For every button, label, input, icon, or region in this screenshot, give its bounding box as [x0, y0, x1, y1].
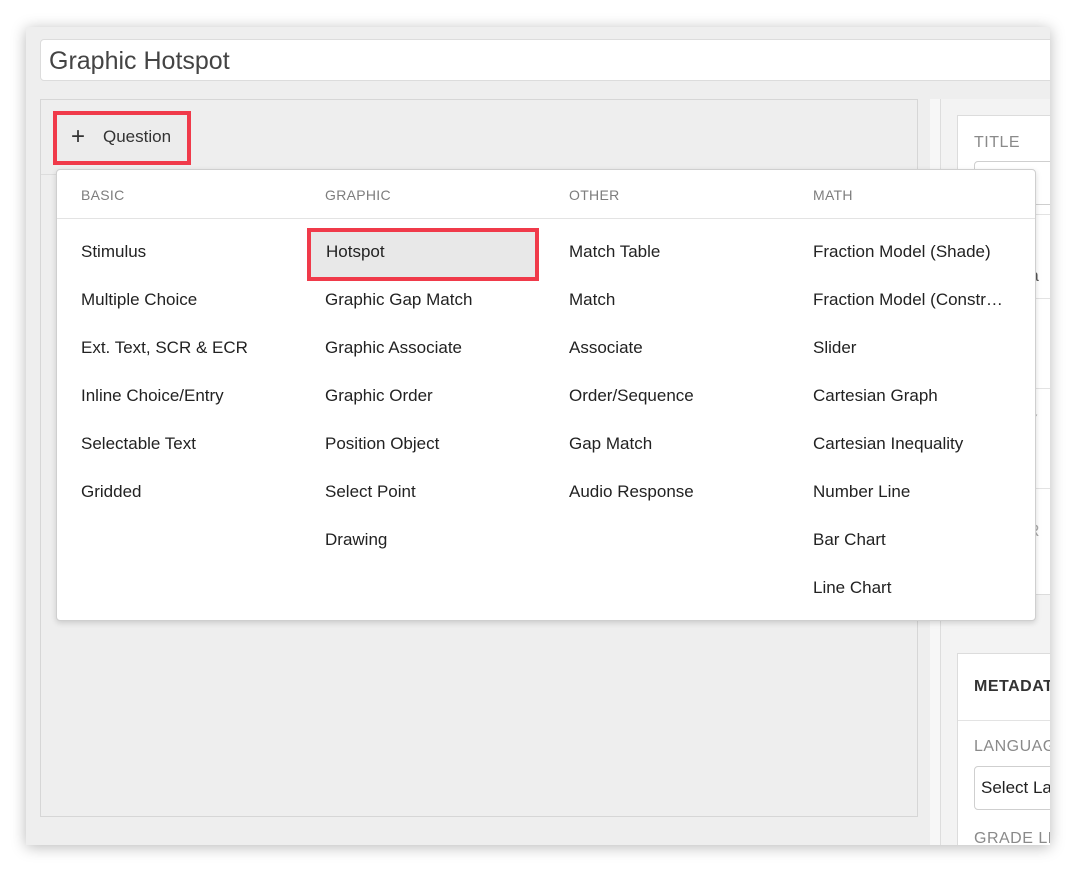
column-header-math: MATH	[813, 187, 853, 203]
metadata-separator	[958, 720, 1050, 721]
menu-item-graphic-gap-match[interactable]: Graphic Gap Match	[325, 290, 472, 310]
grade-level-label: GRADE LE	[974, 830, 1050, 845]
menu-item-slider[interactable]: Slider	[813, 338, 856, 358]
metadata-card: METADAT LANGUAG Select La GRADE LE	[957, 653, 1050, 845]
menu-item-graphic-order[interactable]: Graphic Order	[325, 386, 433, 406]
menu-header-divider	[57, 218, 1035, 219]
language-select[interactable]: Select La	[974, 766, 1050, 810]
menu-item-fraction-model-shade[interactable]: Fraction Model (Shade)	[813, 242, 991, 262]
page-title: Graphic Hotspot	[49, 47, 230, 75]
menu-item-cartesian-inequality[interactable]: Cartesian Inequality	[813, 434, 963, 454]
menu-item-graphic-associate[interactable]: Graphic Associate	[325, 338, 462, 358]
menu-item-inline-choice[interactable]: Inline Choice/Entry	[81, 386, 224, 406]
menu-item-order-sequence[interactable]: Order/Sequence	[569, 386, 694, 406]
menu-item-bar-chart[interactable]: Bar Chart	[813, 530, 886, 550]
title-label: TITLE	[974, 134, 1021, 151]
menu-item-multiple-choice[interactable]: Multiple Choice	[81, 290, 197, 310]
menu-item-cartesian-graph[interactable]: Cartesian Graph	[813, 386, 938, 406]
menu-item-select-point[interactable]: Select Point	[325, 482, 416, 502]
plus-icon: +	[71, 123, 86, 150]
column-header-graphic: GRAPHIC	[325, 187, 391, 203]
editor-window: Graphic Hotspot TITLE c Ba R TY pa OR t …	[26, 27, 1050, 845]
menu-item-associate[interactable]: Associate	[569, 338, 643, 358]
menu-item-match-table[interactable]: Match Table	[569, 242, 660, 262]
menu-item-ext-text[interactable]: Ext. Text, SCR & ECR	[81, 338, 248, 358]
menu-item-selectable-text[interactable]: Selectable Text	[81, 434, 196, 454]
menu-item-match[interactable]: Match	[569, 290, 615, 310]
column-header-basic: BASIC	[81, 187, 125, 203]
menu-item-number-line[interactable]: Number Line	[813, 482, 910, 502]
metadata-header: METADAT	[974, 678, 1050, 695]
menu-item-gap-match[interactable]: Gap Match	[569, 434, 652, 454]
language-label: LANGUAG	[974, 738, 1050, 755]
menu-item-stimulus[interactable]: Stimulus	[81, 242, 146, 262]
add-question-button[interactable]: + Question	[53, 111, 191, 165]
menu-item-drawing[interactable]: Drawing	[325, 530, 387, 550]
add-question-label: Question	[103, 127, 172, 146]
menu-item-position-object[interactable]: Position Object	[325, 434, 439, 454]
title-field[interactable]: Graphic Hotspot	[40, 39, 1050, 81]
menu-item-line-chart[interactable]: Line Chart	[813, 578, 891, 598]
menu-item-audio-response[interactable]: Audio Response	[569, 482, 694, 502]
column-header-other: OTHER	[569, 187, 620, 203]
question-type-menu: BASIC GRAPHIC OTHER MATH Stimulus Multip…	[56, 169, 1036, 621]
menu-item-gridded[interactable]: Gridded	[81, 482, 141, 502]
menu-item-fraction-model-construct[interactable]: Fraction Model (Constr…	[813, 290, 1003, 310]
menu-item-hotspot[interactable]: Hotspot	[307, 228, 539, 281]
